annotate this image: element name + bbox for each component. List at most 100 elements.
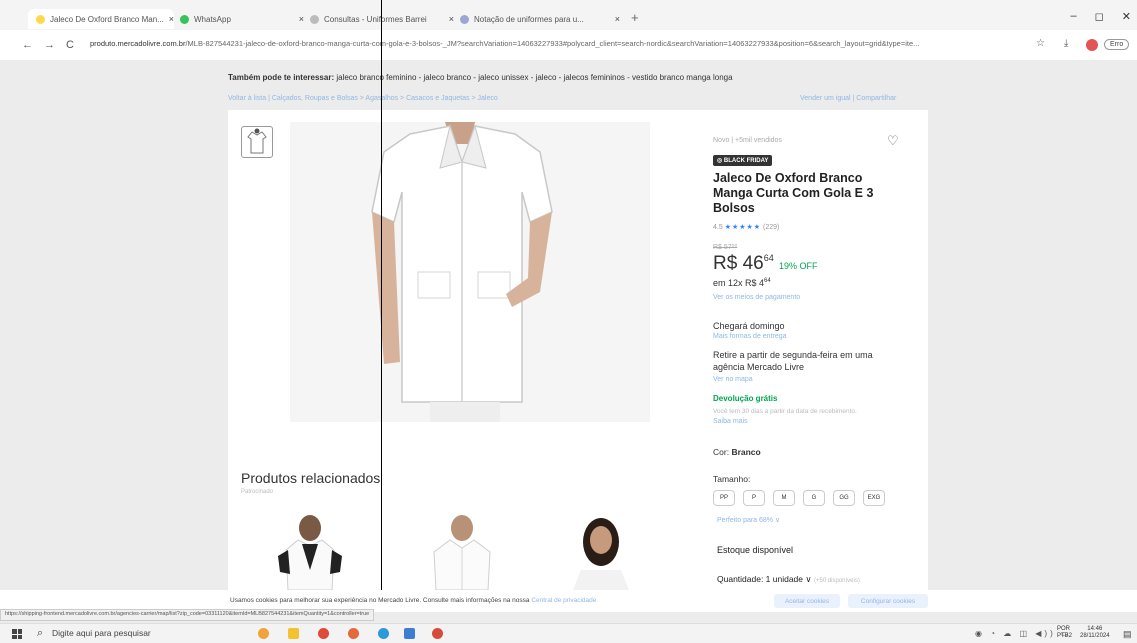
white-coat-model-image	[290, 122, 650, 422]
size-option-m[interactable]: M	[773, 490, 795, 506]
suggestions-prefix: Também pode te interessar:	[228, 73, 335, 82]
suggestions-bar: Também pode te interessar: jaleco branco…	[228, 73, 733, 82]
size-option-g[interactable]: G	[803, 490, 825, 506]
profile-avatar[interactable]	[1086, 39, 1098, 51]
size-option-exg[interactable]: EXG	[863, 490, 885, 506]
tab-google-search[interactable]: Notação de uniformes para u... ×	[460, 9, 620, 29]
tab-label: WhatsApp	[194, 14, 231, 24]
edge-icon[interactable]	[378, 628, 389, 639]
delivery-options-link[interactable]: Mais formas de entrega	[713, 333, 787, 340]
globe-favicon-icon	[310, 14, 319, 24]
tab-product[interactable]: Jaleco De Oxford Branco Man... ×	[28, 9, 174, 29]
arrival-text: Chegará domingo	[713, 321, 785, 331]
close-tab-icon[interactable]: ×	[449, 14, 454, 24]
fit-info-link[interactable]: Perfeito para 68% ∨	[717, 516, 780, 524]
accept-cookies-button[interactable]: Aceitar cookies	[774, 594, 840, 608]
close-tab-icon[interactable]: ×	[299, 14, 304, 24]
product-rating[interactable]: 4.5 ★★★★★ (229)	[713, 223, 779, 231]
firefox-icon[interactable]	[348, 628, 359, 639]
notifications-icon[interactable]: ▤	[1123, 629, 1132, 640]
clock-date: 28/11/2024	[1080, 633, 1110, 639]
language-code: POR	[1057, 626, 1071, 632]
size-option-p[interactable]: P	[743, 490, 765, 506]
quantity-available: (+50 disponíveis)	[813, 578, 860, 584]
new-tab-button[interactable]: +	[631, 10, 639, 25]
size-option-pp[interactable]: PP	[713, 490, 735, 506]
color-value: Branco	[731, 447, 761, 457]
keyboard-layout: PTB2	[1057, 633, 1073, 639]
close-window-button[interactable]: ✕	[1122, 10, 1131, 23]
product-condition: Novo | +5mil vendidos	[713, 137, 782, 144]
quantity-selector[interactable]: Quantidade: 1 unidade ∨ (+50 disponíveis…	[717, 574, 860, 585]
installment-cents: 64	[764, 278, 771, 284]
windows-taskbar: ⌕ Digite aqui para pesquisar ◉ ◔ ☁ ◫ ◀))…	[0, 623, 1137, 643]
product-main-image[interactable]	[290, 122, 650, 422]
minimize-button[interactable]: –	[1071, 10, 1077, 23]
related-image-woman-coat	[410, 510, 514, 590]
forward-button[interactable]: →	[44, 39, 55, 51]
tab-whatsapp[interactable]: WhatsApp ×	[180, 9, 304, 29]
size-option-gg[interactable]: GG	[833, 490, 855, 506]
download-icon[interactable]: ⤓	[1064, 38, 1068, 49]
taskbar-app-icon[interactable]	[258, 628, 269, 639]
file-explorer-icon[interactable]	[288, 628, 299, 639]
related-product-1[interactable]	[258, 510, 362, 590]
breadcrumb[interactable]: Voltar à lista | Calçados, Roupas e Bols…	[228, 95, 498, 102]
related-image-woman-portrait	[551, 510, 655, 590]
language-indicator[interactable]: POR PTB2	[1057, 626, 1072, 640]
color-label: Cor:	[713, 447, 730, 457]
free-return-label: Devolução grátis	[713, 394, 778, 403]
whatsapp-favicon-icon	[180, 14, 189, 24]
related-products-title: Produtos relacionados	[241, 470, 381, 486]
tab-label: Notação de uniformes para u...	[474, 14, 584, 24]
privacy-center-link[interactable]: Central de privacidade	[531, 597, 596, 604]
chrome-icon[interactable]	[318, 628, 329, 639]
taskbar-search-input[interactable]: Digite aqui para pesquisar	[52, 628, 151, 638]
price-cents: 64	[763, 253, 774, 263]
payment-methods-link[interactable]: Ver os meios de pagamento	[713, 294, 800, 301]
sell-share-links[interactable]: Vender um igual | Compartilhar	[800, 95, 896, 102]
google-favicon-icon	[460, 14, 469, 24]
tab-label: Consultas - Uniformes Barrei	[324, 14, 427, 24]
suggestion-links[interactable]: jaleco branco feminino - jaleco branco -…	[336, 73, 732, 82]
tab-consultas[interactable]: Consultas - Uniformes Barrei ×	[310, 9, 454, 29]
status-bar-url: https://shipping-frontend.mercadolivre.c…	[0, 609, 375, 621]
cookie-text: Usamos cookies para melhorar sua experiê…	[230, 597, 596, 604]
color-row: Cor: Branco	[713, 447, 761, 457]
windows-start-icon[interactable]	[12, 629, 22, 639]
close-tab-icon[interactable]: ×	[169, 14, 174, 24]
learn-more-link[interactable]: Saiba mais	[713, 418, 748, 425]
close-tab-icon[interactable]: ×	[615, 14, 620, 24]
error-button[interactable]: Erro	[1104, 39, 1130, 50]
reload-button[interactable]: C	[66, 39, 74, 51]
rating-count: (229)	[763, 224, 780, 231]
back-button[interactable]: ←	[22, 39, 33, 51]
url-path: /MLB-827544231-jaleco-de-oxford-branco-m…	[185, 39, 920, 48]
installments: em 12x R$ 464	[713, 278, 771, 288]
url-domain: produto.mercadolivre.com.br	[90, 39, 186, 48]
view-map-link[interactable]: Ver no mapa	[713, 376, 753, 383]
store-icon[interactable]	[404, 628, 415, 639]
favorite-heart-icon[interactable]: ♡	[887, 133, 899, 149]
related-image-woman-vest	[258, 510, 362, 590]
cursor-line	[381, 0, 382, 600]
related-sponsored-label: Patrocinado	[241, 489, 274, 495]
return-description: Você tem 30 dias a partir da data de rec…	[713, 408, 857, 415]
bookmark-star-icon[interactable]: ☆	[1036, 38, 1045, 49]
related-product-2[interactable]	[410, 510, 514, 590]
current-price: R$ 4664 19% OFF	[713, 253, 818, 275]
maximize-button[interactable]: ◻	[1095, 10, 1104, 23]
related-product-3[interactable]	[551, 510, 655, 590]
price-main: R$ 46	[713, 253, 764, 274]
url-input[interactable]: produto.mercadolivre.com.br/MLB-82754423…	[90, 39, 1030, 48]
system-clock[interactable]: 14:46 28/11/2024	[1080, 626, 1110, 640]
mercadolivre-favicon-icon	[36, 14, 45, 24]
cookie-message: Usamos cookies para melhorar sua experiê…	[230, 597, 530, 604]
window-controls: – ◻ ✕	[1071, 10, 1131, 23]
taskbar-app-red-icon[interactable]	[432, 628, 443, 639]
browser-tab-bar: Jaleco De Oxford Branco Man... × WhatsAp…	[0, 0, 1137, 30]
product-thumbnail[interactable]	[241, 126, 273, 158]
rating-value: 4.5	[713, 224, 723, 231]
configure-cookies-button[interactable]: Configurar cookies	[848, 594, 928, 608]
tab-label: Jaleco De Oxford Branco Man...	[50, 14, 164, 24]
